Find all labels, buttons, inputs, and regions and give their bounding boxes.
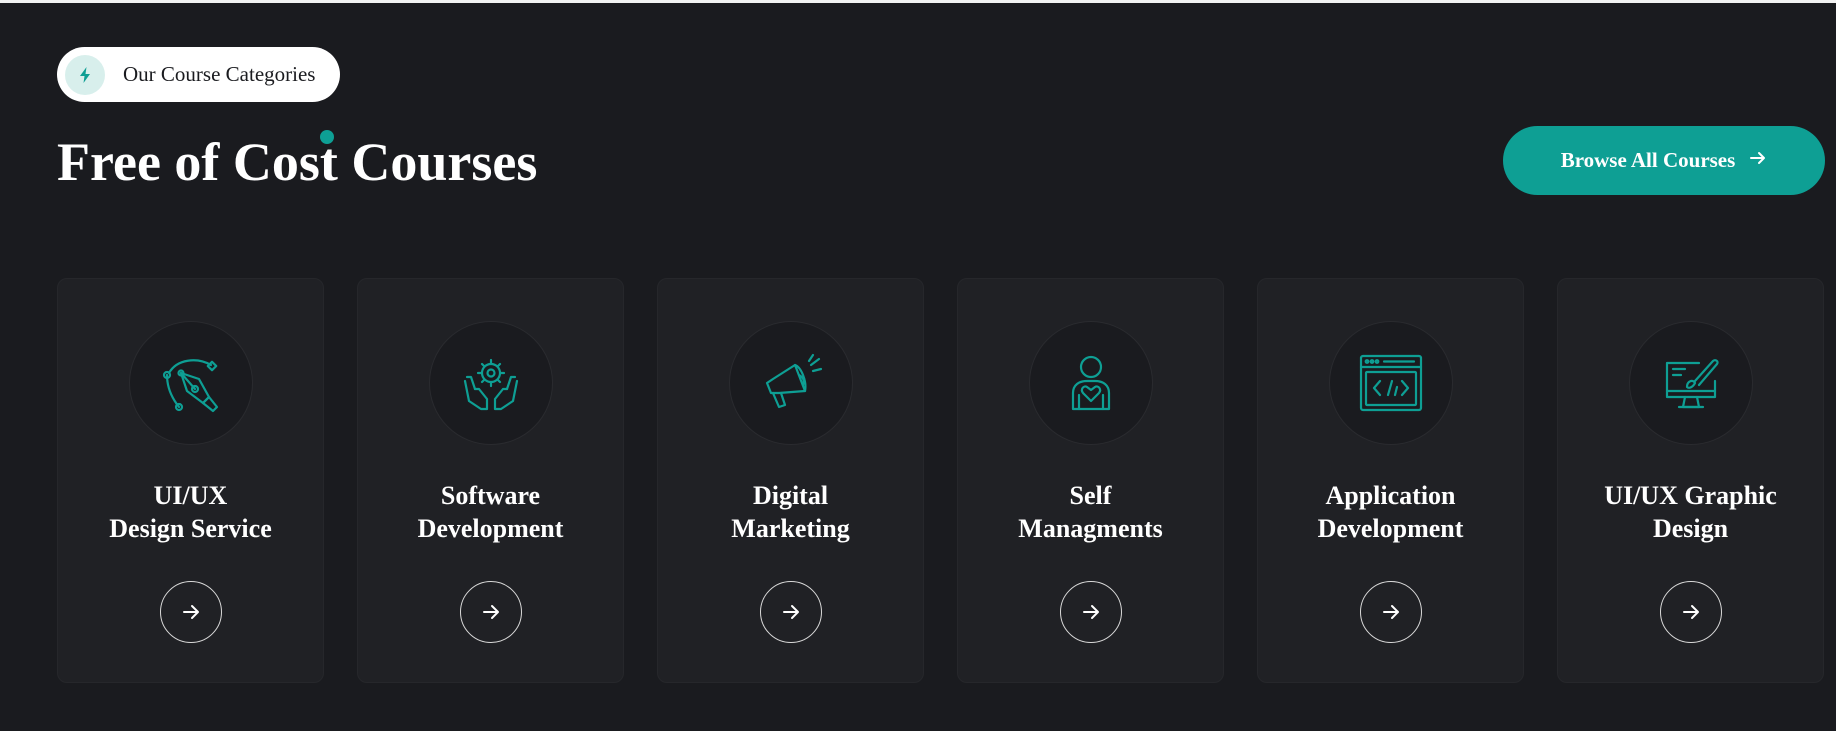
card-title-line1: Software [440, 481, 541, 510]
card-title: UI/UX Design Service [58, 479, 323, 545]
course-card-self-managments[interactable]: Self Managments [957, 278, 1224, 683]
card-title-line1: Digital [752, 481, 829, 510]
page-title: Free of Cost Courses [57, 132, 538, 192]
course-category-list: UI/UX Design Service Software Developmen… [57, 278, 1826, 683]
card-arrow-button[interactable] [460, 581, 522, 643]
course-card-digital-marketing[interactable]: Digital Marketing [657, 278, 924, 683]
card-arrow-button[interactable] [1360, 581, 1422, 643]
card-icon-circle [129, 321, 253, 445]
arrow-right-icon [1749, 148, 1767, 173]
arrow-right-icon [1683, 605, 1699, 619]
card-title: UI/UX Graphic Design [1558, 479, 1823, 545]
arrow-right-icon [1383, 605, 1399, 619]
course-card-software-development[interactable]: Software Development [357, 278, 624, 683]
card-icon-circle [1629, 321, 1753, 445]
card-title-line2: Development [1317, 514, 1464, 543]
card-icon-circle [1329, 321, 1453, 445]
card-arrow-button[interactable] [1060, 581, 1122, 643]
section-tag-label: Our Course Categories [123, 62, 316, 86]
card-arrow-button[interactable] [760, 581, 822, 643]
course-card-application-development[interactable]: Application Development [1257, 278, 1524, 683]
title-accent-dot [320, 130, 334, 144]
card-title: Digital Marketing [658, 479, 923, 545]
card-title: Application Development [1258, 479, 1523, 545]
arrow-right-icon [183, 605, 199, 619]
course-card-ui-ux-graphic-design[interactable]: UI/UX Graphic Design [1557, 278, 1824, 683]
course-card-ui-ux-design-service[interactable]: UI/UX Design Service [57, 278, 324, 683]
arrow-right-icon [483, 605, 499, 619]
card-icon-circle [429, 321, 553, 445]
card-arrow-button[interactable] [1660, 581, 1722, 643]
card-title-line1: Self [1069, 481, 1112, 510]
arrow-right-icon [1083, 605, 1099, 619]
card-icon-circle [1029, 321, 1153, 445]
browse-all-courses-label: Browse All Courses [1560, 148, 1736, 172]
card-title-line2: Marketing [731, 514, 850, 543]
card-title-line2: Design [1652, 514, 1729, 543]
section-tag: Our Course Categories [57, 47, 340, 102]
arrow-right-icon [783, 605, 799, 619]
megaphone-icon [765, 353, 823, 409]
code-window-icon [1359, 354, 1423, 412]
card-icon-circle [729, 321, 853, 445]
top-border [0, 0, 1836, 3]
lightning-bolt-icon [65, 54, 105, 95]
card-arrow-button[interactable] [160, 581, 222, 643]
card-title: Software Development [358, 479, 623, 545]
card-title-line1: UI/UX Graphic [1604, 481, 1777, 510]
pen-tool-icon [162, 359, 219, 413]
monitor-brush-icon [1665, 359, 1719, 409]
card-title-line1: Application [1325, 481, 1456, 510]
hands-gear-icon [463, 358, 519, 411]
card-title-line2: Managments [1018, 514, 1163, 543]
card-title-line2: Development [417, 514, 564, 543]
card-title-line2: Design Service [109, 514, 272, 543]
person-heart-icon [1071, 355, 1111, 411]
card-title-line1: UI/UX [153, 481, 228, 510]
card-title: Self Managments [958, 479, 1223, 545]
browse-all-courses-button[interactable]: Browse All Courses [1503, 126, 1825, 195]
